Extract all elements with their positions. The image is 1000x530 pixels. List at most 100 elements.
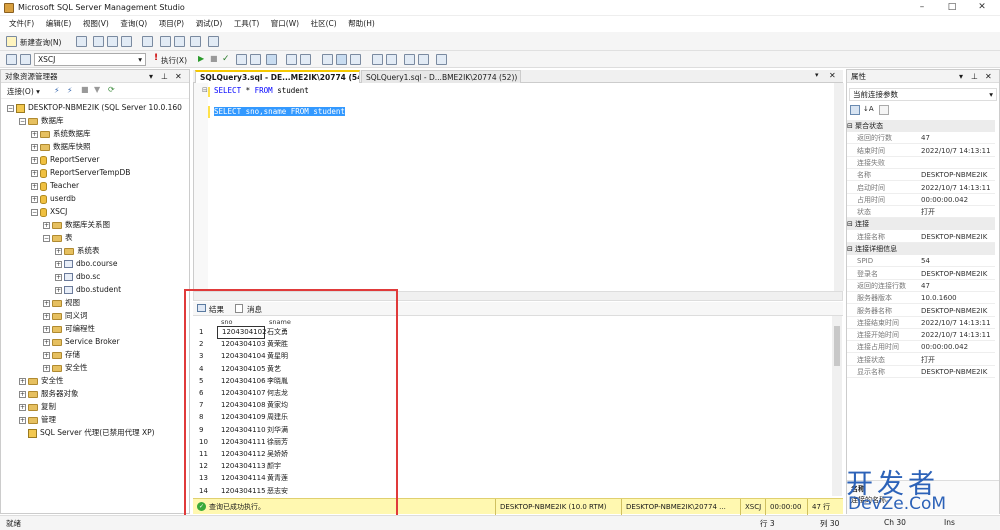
- auto-hide-icon[interactable]: ⊥: [161, 70, 168, 83]
- menu-tools[interactable]: 工具(T): [234, 16, 259, 32]
- print-icon[interactable]: [190, 36, 201, 47]
- categorized-icon[interactable]: [850, 105, 860, 115]
- expand-icon[interactable]: +: [43, 351, 50, 359]
- expand-icon[interactable]: +: [55, 247, 62, 255]
- property-row[interactable]: 连接状态 打开: [847, 354, 995, 366]
- property-row[interactable]: SPID 54: [847, 255, 995, 268]
- property-row[interactable]: 连接结束时间 2022/10/7 14:13:11: [847, 317, 995, 329]
- column-header-sname[interactable]: sname: [269, 318, 291, 326]
- cell-sno[interactable]: 1204304108: [217, 399, 266, 412]
- cell-sname[interactable]: 刘华满: [267, 424, 288, 437]
- save-all-icon[interactable]: [174, 36, 185, 47]
- query-editor[interactable]: ⊟ SELECT * FROM student SELECT sno,sname…: [193, 83, 844, 291]
- grid-scroll-thumb[interactable]: [834, 326, 840, 366]
- collapse-icon[interactable]: ⊟: [847, 245, 855, 253]
- cell-sname[interactable]: 吴娇娇: [267, 448, 288, 461]
- expand-icon[interactable]: +: [55, 273, 62, 281]
- property-row[interactable]: 返回的行数 47: [847, 132, 995, 145]
- disconnect-icon[interactable]: ⚡: [67, 86, 73, 95]
- display-estimated-plan-icon[interactable]: [236, 54, 247, 65]
- tab-sqlquery1[interactable]: SQLQuery1.sql - D...BME2IK\20774 (52)): [361, 70, 521, 83]
- save-icon[interactable]: [160, 36, 171, 47]
- tree-node[interactable]: + dbo.course: [55, 257, 117, 270]
- tree-node[interactable]: + 同义词: [43, 309, 88, 322]
- comment-icon[interactable]: [350, 54, 361, 65]
- menu-debug[interactable]: 调试(D): [196, 16, 223, 32]
- cell-sno[interactable]: 1204304104: [217, 350, 266, 363]
- execute-button[interactable]: 执行(X): [161, 55, 187, 66]
- cell-sname[interactable]: 黄艺: [267, 363, 281, 376]
- tree-node[interactable]: − XSCJ: [31, 205, 67, 218]
- property-row[interactable]: 连接开始时间 2022/10/7 14:13:11: [847, 329, 995, 342]
- change-connection-icon[interactable]: [20, 54, 31, 65]
- uncomment-icon[interactable]: [372, 54, 383, 65]
- column-header-sno[interactable]: sno: [221, 318, 232, 326]
- auto-hide-icon[interactable]: ⊥: [971, 70, 978, 83]
- debug-icon[interactable]: ▶: [198, 54, 204, 63]
- collapse-icon[interactable]: −: [43, 234, 50, 242]
- editor-vertical-scrollbar[interactable]: [834, 83, 844, 291]
- cell-sno[interactable]: 1204304102: [217, 326, 267, 339]
- editor-horizontal-scrollbar[interactable]: [193, 291, 843, 301]
- maximize-button[interactable]: □: [942, 2, 962, 12]
- close-panel-icon[interactable]: ✕: [985, 70, 992, 83]
- include-client-stats-icon[interactable]: [286, 54, 297, 65]
- property-pages-icon[interactable]: [879, 105, 889, 115]
- pin-menu-icon[interactable]: ▾: [959, 70, 963, 83]
- expand-icon[interactable]: +: [43, 364, 50, 372]
- property-row[interactable]: 连接名称 DESKTOP-NBME2IK: [847, 231, 995, 243]
- expand-icon[interactable]: +: [19, 403, 26, 411]
- results-to-grid-icon[interactable]: [322, 54, 333, 65]
- tree-node[interactable]: − DESKTOP-NBME2IK (SQL Server 10.0.160: [7, 101, 182, 114]
- xmla-query-icon[interactable]: [121, 36, 132, 47]
- property-category[interactable]: ⊟ 聚合状态: [847, 120, 995, 132]
- cell-sno[interactable]: 1204304115: [217, 485, 266, 498]
- property-row[interactable]: 结束时间 2022/10/7 14:13:11: [847, 145, 995, 157]
- expand-icon[interactable]: +: [31, 143, 38, 151]
- include-plan-icon[interactable]: [266, 54, 277, 65]
- tree-node[interactable]: + 安全性: [43, 361, 88, 374]
- tree-node[interactable]: + Teacher: [31, 179, 79, 192]
- close-tab-icon[interactable]: ✕: [829, 71, 836, 80]
- tree-node[interactable]: + 数据库快照: [31, 140, 91, 153]
- property-category[interactable]: ⊟ 连接详细信息: [847, 243, 995, 255]
- cell-sname[interactable]: 李晓胤: [267, 375, 288, 388]
- query-designer-icon[interactable]: [250, 54, 261, 65]
- expand-icon[interactable]: +: [55, 286, 62, 294]
- specify-values-icon[interactable]: [418, 54, 429, 65]
- cell-sno[interactable]: 1204304111: [217, 436, 266, 449]
- tree-node[interactable]: + 可编程性: [43, 322, 95, 335]
- expand-icon[interactable]: +: [43, 338, 50, 346]
- expand-icon[interactable]: +: [31, 130, 38, 138]
- tree-node[interactable]: + 安全性: [19, 374, 64, 387]
- cell-sno[interactable]: 1204304107: [217, 387, 266, 400]
- expand-icon[interactable]: +: [43, 312, 50, 320]
- cell-sname[interactable]: 黄家均: [267, 399, 288, 412]
- tab-list-icon[interactable]: ▾: [815, 71, 819, 79]
- minimize-button[interactable]: –: [912, 2, 932, 12]
- cell-sname[interactable]: 黄青莲: [267, 472, 288, 485]
- close-panel-icon[interactable]: ✕: [175, 70, 182, 83]
- menu-query[interactable]: 查询(Q): [120, 16, 147, 32]
- cell-sno[interactable]: 1204304112: [217, 448, 266, 461]
- property-row[interactable]: 占用时间 00:00:00.042: [847, 194, 995, 206]
- expand-icon[interactable]: +: [31, 169, 38, 177]
- stop-icon[interactable]: ■: [81, 85, 89, 94]
- menu-file[interactable]: 文件(F): [9, 16, 34, 32]
- connect-object-icon[interactable]: ⚡: [54, 86, 60, 95]
- cell-sname[interactable]: 石文勇: [267, 326, 288, 339]
- tree-node[interactable]: + 管理: [19, 413, 56, 426]
- tree-node[interactable]: − 数据库: [19, 114, 64, 127]
- expand-icon[interactable]: +: [31, 182, 38, 190]
- tree-node[interactable]: + Service Broker: [43, 335, 120, 348]
- filter-icon[interactable]: ▼: [94, 85, 100, 94]
- activity-monitor-icon[interactable]: [208, 36, 219, 47]
- cell-sno[interactable]: 1204304109: [217, 411, 266, 424]
- collapse-icon[interactable]: −: [31, 208, 38, 216]
- open-file-icon[interactable]: [142, 36, 153, 47]
- menu-project[interactable]: 项目(P): [159, 16, 184, 32]
- cell-sno[interactable]: 1204304103: [217, 338, 266, 351]
- property-row[interactable]: 服务器版本 10.0.1600: [847, 292, 995, 305]
- tree-node[interactable]: + 服务器对象: [19, 387, 79, 400]
- property-row[interactable]: 连接占用时间 00:00:00.042: [847, 341, 995, 354]
